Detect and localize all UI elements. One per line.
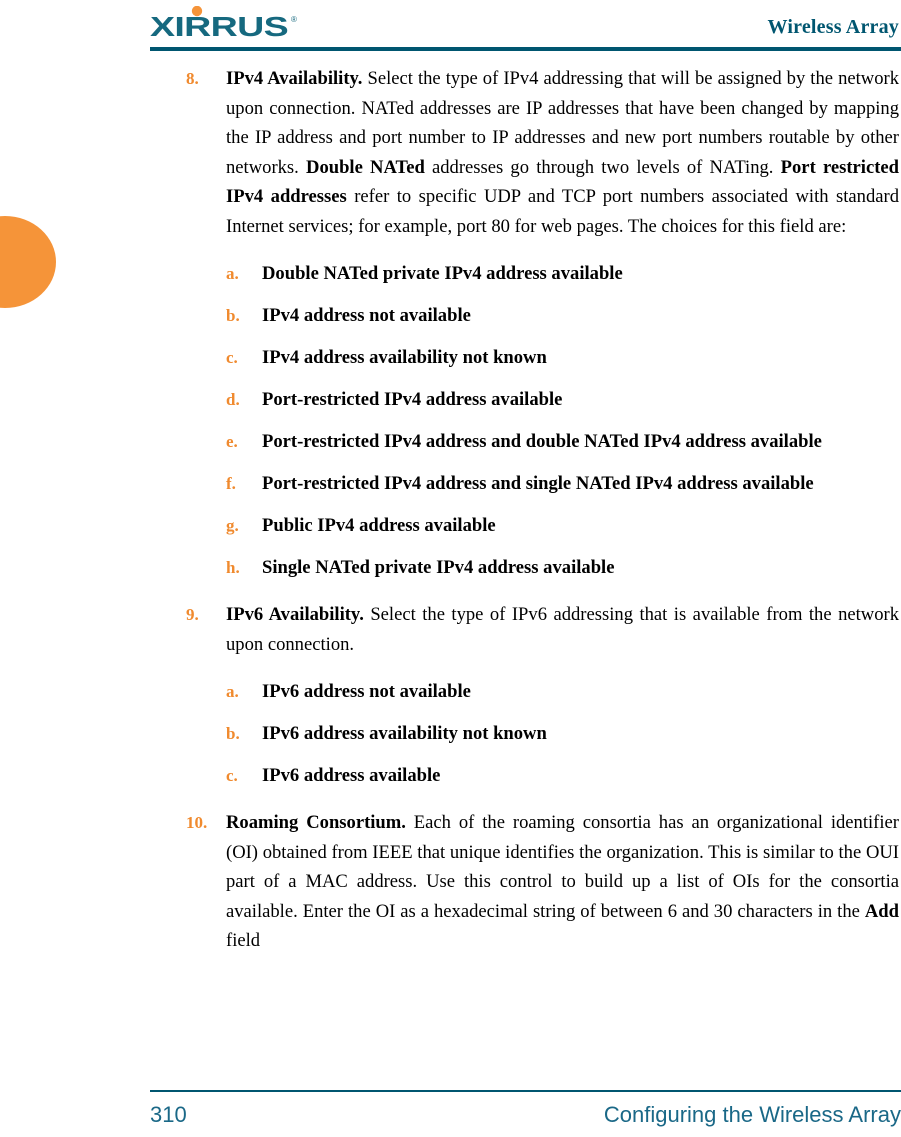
list-item-body: IPv4 Availability. Select the type of IP… (226, 68, 899, 237)
list-marker: 9. (186, 605, 199, 624)
sublist-label: IPv6 address available (262, 765, 441, 786)
sublist-item-9b: b. IPv6 address availability not known (186, 719, 899, 748)
sublist-item-8e: e. Port-restricted IPv4 address and doub… (186, 427, 899, 456)
sublist-label: IPv4 address availability not known (262, 347, 547, 368)
sublist-marker: a. (226, 682, 239, 701)
footer-section-title: Configuring the Wireless Array (603, 1102, 901, 1127)
sublist-marker: e. (226, 432, 238, 451)
sublist-marker: d. (226, 390, 240, 409)
sublist-label: IPv6 address availability not known (262, 723, 547, 744)
list-item-lead: IPv6 Availability. (226, 604, 364, 625)
list-item-lead: Roaming Consortium. (226, 812, 406, 833)
list-marker: 8. (186, 69, 199, 88)
svg-text:®: ® (291, 15, 297, 24)
sublist-marker: g. (226, 516, 239, 535)
header-rule (150, 47, 901, 51)
page-content: 8. IPv4 Availability. Select the type of… (186, 64, 899, 961)
sublist-marker: c. (226, 766, 238, 785)
list-item-body: Roaming Consortium. Each of the roaming … (226, 812, 899, 951)
sublist-item-8c: c. IPv4 address availability not known (186, 343, 899, 372)
header-title: Wireless Array (767, 16, 899, 38)
sublist-marker: c. (226, 348, 238, 367)
xirrus-logo: XIRRUS ® (150, 6, 302, 40)
list-item-body: IPv6 Availability. Select the type of IP… (226, 604, 899, 655)
page-footer: 310 Configuring the Wireless Array (150, 1090, 901, 1137)
sublist-item-8f: f. Port-restricted IPv4 address and sing… (186, 469, 899, 498)
list-item-10: 10. Roaming Consortium. Each of the roam… (186, 808, 899, 956)
sublist-marker: f. (226, 474, 236, 493)
page-header: XIRRUS ® Wireless Array (150, 0, 901, 52)
xirrus-logo-icon: XIRRUS ® (150, 6, 297, 40)
sublist-item-8b: b. IPv4 address not available (186, 301, 899, 330)
sublist-label: Single NATed private IPv4 address availa… (262, 557, 615, 578)
sublist-item-8a: a. Double NATed private IPv4 address ava… (186, 259, 899, 288)
sublist-label: IPv6 address not available (262, 681, 471, 702)
chapter-thumb-tab (0, 216, 56, 308)
list-item-lead: IPv4 Availability. (226, 68, 363, 89)
list-marker: 10. (186, 813, 208, 832)
sublist-item-9c: c. IPv6 address available (186, 761, 899, 790)
footer-rule (150, 1090, 901, 1092)
sublist-label: IPv4 address not available (262, 305, 471, 326)
list-item-text-2: field (226, 930, 261, 951)
sublist-label: Port-restricted IPv4 address and single … (262, 473, 814, 494)
list-item-8: 8. IPv4 Availability. Select the type of… (186, 64, 899, 241)
sublist-label: Port-restricted IPv4 address and double … (262, 431, 822, 452)
emphasis-add: Add (864, 900, 899, 922)
svg-text:XIRRUS: XIRRUS (150, 11, 288, 40)
sublist-item-9a: a. IPv6 address not available (186, 677, 899, 706)
list-item-text-2: addresses go through two levels of NATin… (424, 156, 781, 178)
sublist-item-8h: h. Single NATed private IPv4 address ava… (186, 553, 899, 582)
sublist-label: Port-restricted IPv4 address available (262, 389, 563, 410)
list-item-9: 9. IPv6 Availability. Select the type of… (186, 600, 899, 659)
emphasis-double-nated: Double NATed (306, 156, 425, 178)
sublist-item-8d: d. Port-restricted IPv4 address availabl… (186, 385, 899, 414)
sublist-label: Public IPv4 address available (262, 515, 496, 536)
sublist-marker: h. (226, 558, 240, 577)
page-number: 310 (150, 1102, 187, 1127)
sublist-marker: a. (226, 264, 239, 283)
sublist-marker: b. (226, 724, 240, 743)
sublist-item-8g: g. Public IPv4 address available (186, 511, 899, 540)
sublist-label: Double NATed private IPv4 address availa… (262, 263, 623, 284)
sublist-marker: b. (226, 306, 240, 325)
